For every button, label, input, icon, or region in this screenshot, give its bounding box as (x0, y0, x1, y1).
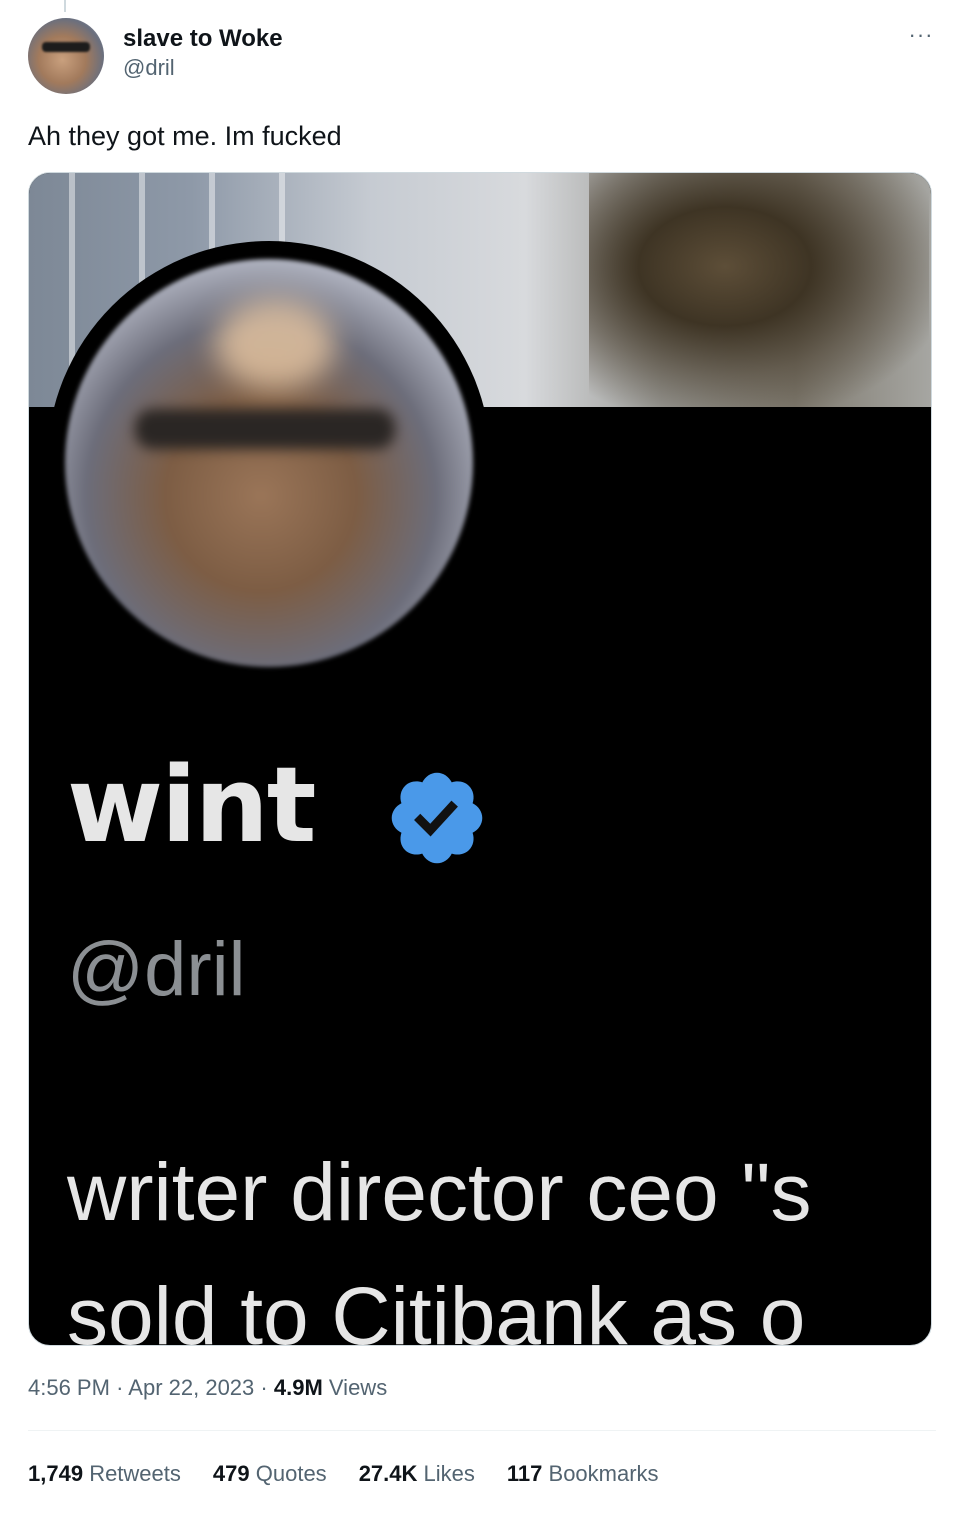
tweet-time[interactable]: 4:56 PM (28, 1375, 110, 1400)
retweets-count: 1,749 (28, 1461, 84, 1486)
tweet-header: slave to Woke @dril ··· (28, 18, 936, 98)
bookmarks-label: Bookmarks (548, 1461, 659, 1486)
bio-line: writer director ceo "s (67, 1147, 812, 1238)
likes-stat[interactable]: 27.4K Likes (359, 1458, 475, 1490)
retweets-label: Retweets (89, 1461, 181, 1486)
avatar-glasses (42, 42, 90, 52)
likes-count: 27.4K (358, 1461, 418, 1486)
author-display-name[interactable]: slave to Woke (123, 24, 283, 54)
bio-line: sold to Citibank as o (67, 1271, 806, 1346)
author-names: slave to Woke @dril (123, 24, 283, 82)
quotes-stat[interactable]: 479 Quotes (213, 1458, 327, 1490)
profile-bio: writer director ceo "s sold to Citibank … (67, 1131, 931, 1346)
retweets-stat[interactable]: 1,749 Retweets (28, 1458, 181, 1490)
avatar[interactable] (28, 18, 104, 94)
tweet-meta: 4:56 PM · Apr 22, 2023 · 4.9M Views (28, 1372, 387, 1404)
meta-separator: · (116, 1375, 129, 1400)
bookmarks-count: 117 (506, 1461, 543, 1486)
profile-handle: @dril (67, 927, 246, 1012)
likes-label: Likes (423, 1461, 475, 1486)
quotes-count: 479 (212, 1461, 250, 1486)
views-count: 4.9M (273, 1375, 323, 1400)
quotes-label: Quotes (255, 1461, 327, 1486)
tweet-date[interactable]: Apr 22, 2023 (128, 1375, 254, 1400)
profile-avatar (47, 241, 491, 685)
verified-badge-icon (391, 772, 483, 864)
chain-image (589, 173, 929, 407)
meta-separator: · (260, 1375, 274, 1400)
views-label: Views (328, 1375, 388, 1400)
divider (28, 1430, 936, 1431)
bookmarks-stat[interactable]: 117 Bookmarks (507, 1458, 659, 1490)
author-handle[interactable]: @dril (123, 54, 283, 82)
more-horizontal-icon: ··· (908, 22, 934, 47)
tweet-stats: 1,749 Retweets 479 Quotes 27.4K Likes 11… (28, 1458, 659, 1490)
thread-line (64, 0, 66, 12)
tweet-text: Ah they got me. Im fucked (28, 121, 342, 151)
tweet-media-image[interactable]: wint @dril writer director ceo "s sold t… (28, 172, 932, 1346)
more-options-button[interactable]: ··· (906, 24, 936, 52)
profile-name: wint (67, 744, 316, 866)
